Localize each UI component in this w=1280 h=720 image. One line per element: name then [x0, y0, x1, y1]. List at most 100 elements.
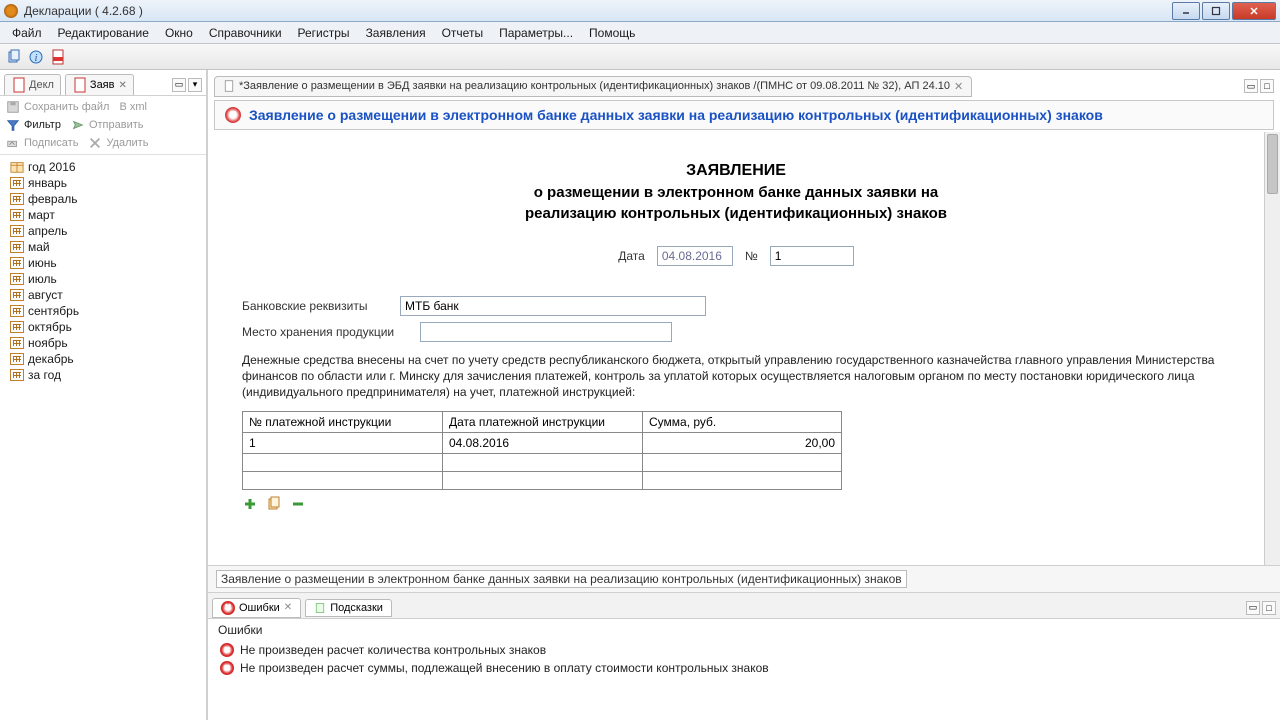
action-save[interactable]: Сохранить файл [6, 100, 109, 114]
tab-errors[interactable]: ✖ Ошибки ✕ [212, 598, 301, 618]
date-input[interactable] [657, 246, 733, 266]
error-item[interactable]: ✖ Не произведен расчет суммы, подлежащей… [208, 659, 1280, 677]
tree-month[interactable]: июнь [2, 255, 204, 271]
close-icon[interactable]: ✕ [284, 602, 292, 613]
period-tree: год 2016 январьфевральмартапрельмайиюньи… [0, 155, 206, 720]
form-heading: ЗАЯВЛЕНИЕ [214, 162, 1258, 180]
toolbar: i [0, 44, 1280, 70]
tree-month[interactable]: июль [2, 271, 204, 287]
tree-month[interactable]: май [2, 239, 204, 255]
action-xml[interactable]: В xml [119, 100, 147, 114]
menu-window[interactable]: Окно [157, 24, 201, 42]
action-sign[interactable]: Подписать [6, 136, 78, 150]
tree-month[interactable]: апрель [2, 223, 204, 239]
svg-text:i: i [35, 53, 38, 64]
tree-month[interactable]: декабрь [2, 351, 204, 367]
number-input[interactable] [770, 246, 854, 266]
copy-row-icon[interactable] [266, 496, 282, 512]
action-delete[interactable]: Удалить [88, 136, 148, 150]
menu-params[interactable]: Параметры... [491, 24, 581, 42]
minimize-view-icon[interactable]: ▭ [1244, 79, 1258, 93]
dropdown-icon[interactable]: ▾ [188, 78, 202, 92]
tree-month[interactable]: март [2, 207, 204, 223]
minimize-button[interactable] [1172, 2, 1200, 20]
sidebar: Декл Заяв ✕ ▭ ▾ Сохранить файл В xml Фил… [0, 70, 208, 720]
grid-row[interactable]: 1 04.08.2016 20,00 [243, 432, 842, 453]
tree-month[interactable]: октябрь [2, 319, 204, 335]
banner-title: Заявление о размещении в электронном бан… [249, 107, 1103, 123]
tree-month[interactable]: август [2, 287, 204, 303]
form-subheading1: о размещении в электронном банке данных … [214, 184, 1258, 201]
grid-row[interactable] [243, 471, 842, 489]
menu-help[interactable]: Помощь [581, 24, 643, 42]
calendar-icon [10, 305, 24, 317]
maximize-view-icon[interactable]: □ [1260, 79, 1274, 93]
close-button[interactable] [1232, 2, 1276, 20]
error-item[interactable]: ✖ Не произведен расчет количества контро… [208, 641, 1280, 659]
menu-reports[interactable]: Отчеты [434, 24, 491, 42]
action-filter[interactable]: Фильтр [6, 118, 61, 132]
calendar-icon [10, 193, 24, 205]
errors-panel: Ошибки ✖ Не произведен расчет количества… [208, 618, 1280, 720]
menu-edit[interactable]: Редактирование [50, 24, 157, 42]
document-tab[interactable]: *Заявление о размещении в ЭБД заявки на … [214, 76, 972, 97]
payment-description: Денежные средства внесены на счет по уче… [242, 352, 1230, 401]
calendar-icon [10, 225, 24, 237]
window-title: Декларации ( 4.2.68 ) [24, 4, 1170, 18]
sidebar-tab-decl-label: Декл [29, 79, 54, 91]
menu-dictionaries[interactable]: Справочники [201, 24, 290, 42]
app-icon [4, 4, 18, 18]
maximize-view-icon[interactable]: □ [1262, 601, 1276, 615]
maximize-button[interactable] [1202, 2, 1230, 20]
bank-label: Банковские реквизиты [242, 299, 392, 313]
remove-row-icon[interactable] [290, 496, 306, 512]
window-titlebar: Декларации ( 4.2.68 ) [0, 0, 1280, 22]
sidebar-tab-app-label: Заяв [90, 79, 115, 91]
add-row-icon[interactable] [242, 496, 258, 512]
error-icon: ✖ [221, 601, 235, 615]
grid-col-date: Дата платежной инструкции [443, 411, 643, 432]
tree-month[interactable]: январь [2, 175, 204, 191]
error-icon: ✖ [220, 661, 234, 675]
menu-registers[interactable]: Регистры [290, 24, 358, 42]
tree-month[interactable]: за год [2, 367, 204, 383]
calendar-icon [10, 321, 24, 333]
storage-label: Место хранения продукции [242, 325, 412, 339]
bank-input[interactable] [400, 296, 706, 316]
scrollbar[interactable] [1264, 132, 1280, 565]
sidebar-tab-decl[interactable]: Декл [4, 74, 61, 95]
tree-month[interactable]: ноябрь [2, 335, 204, 351]
menu-file[interactable]: Файл [4, 24, 50, 42]
tree-month[interactable]: сентябрь [2, 303, 204, 319]
calendar-icon [10, 209, 24, 221]
document-body: ЗАЯВЛЕНИЕ о размещении в электронном бан… [208, 132, 1280, 565]
tab-hints[interactable]: Подсказки [305, 599, 392, 617]
grid-row[interactable] [243, 453, 842, 471]
tree-year[interactable]: год 2016 [2, 159, 204, 175]
storage-input[interactable] [420, 322, 672, 342]
close-icon[interactable]: ✕ [954, 80, 963, 93]
error-icon: ✖ [220, 643, 234, 657]
minimize-view-icon[interactable]: ▭ [172, 78, 186, 92]
date-label: Дата [618, 249, 645, 263]
pdf-icon[interactable] [50, 49, 66, 65]
calendar-icon [10, 353, 24, 365]
calendar-icon [10, 177, 24, 189]
document-tab-title: *Заявление о размещении в ЭБД заявки на … [239, 80, 950, 92]
payments-grid[interactable]: № платежной инструкции Дата платежной ин… [242, 411, 842, 490]
editor-area: *Заявление о размещении в ЭБД заявки на … [208, 70, 1280, 720]
tree-month[interactable]: февраль [2, 191, 204, 207]
menu-applications[interactable]: Заявления [358, 24, 434, 42]
action-send[interactable]: Отправить [71, 118, 144, 132]
error-icon: ✖ [225, 107, 241, 123]
calendar-icon [10, 257, 24, 269]
info-icon[interactable]: i [28, 49, 44, 65]
sidebar-tab-app[interactable]: Заяв ✕ [65, 74, 134, 95]
calendar-icon [10, 289, 24, 301]
close-icon[interactable]: ✕ [118, 80, 126, 91]
calendar-icon [10, 241, 24, 253]
minimize-view-icon[interactable]: ▭ [1246, 601, 1260, 615]
status-strip: Заявление о размещении в электронном бан… [208, 565, 1280, 592]
calendar-icon [10, 337, 24, 349]
copy-icon[interactable] [6, 49, 22, 65]
